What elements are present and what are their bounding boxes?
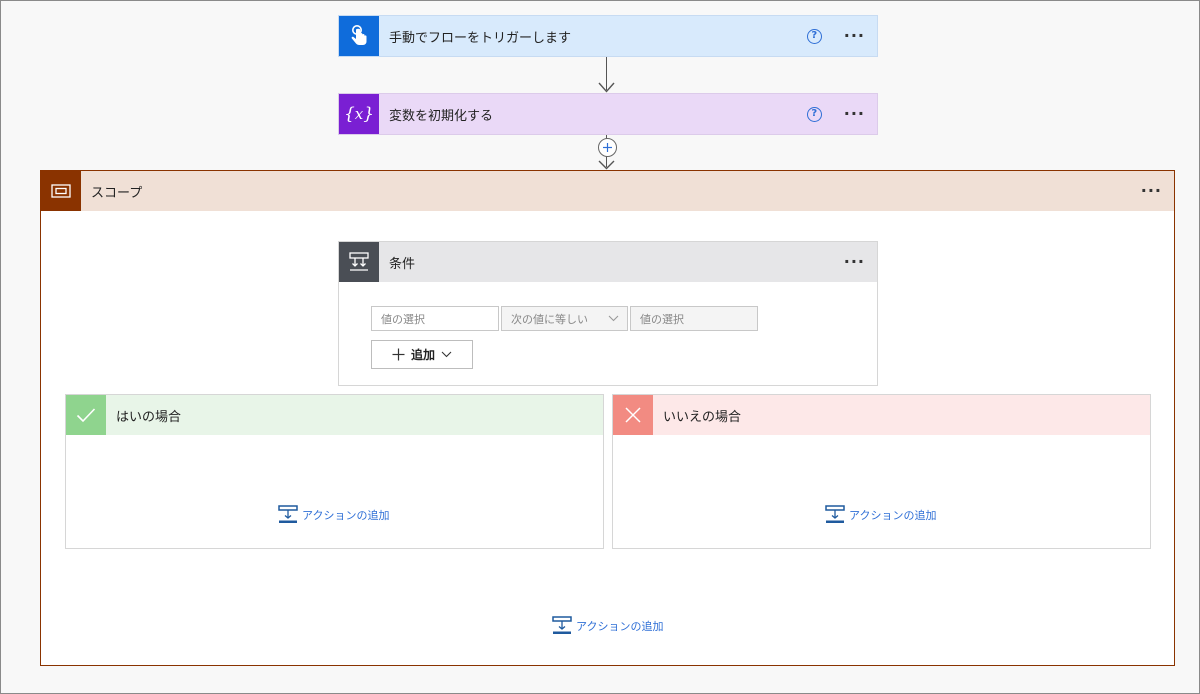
more-options-icon[interactable]: ··· [840,28,869,44]
scope-header[interactable]: スコープ ··· [41,171,1174,211]
variable-icon: {x} [339,94,379,134]
arrow-down-icon [598,82,615,93]
no-branch-title: いいえの場合 [663,409,742,425]
condition-operator-select[interactable]: 次の値に等しい [501,306,628,331]
help-icon[interactable]: ? [806,106,822,122]
chevron-down-icon [441,351,452,358]
yes-add-action-link[interactable]: アクションの追加 [278,505,389,524]
plus-icon [392,348,405,361]
no-branch-card[interactable]: いいえの場合 [612,394,1151,549]
trigger-title: 手動でフローをトリガーします [389,30,572,46]
insert-step-button[interactable] [598,138,617,157]
no-add-action-link[interactable]: アクションの追加 [825,505,936,524]
yes-branch-title: はいの場合 [116,409,182,425]
condition-icon [339,242,379,282]
condition-right-value-input[interactable]: 値の選択 [630,306,758,331]
yes-add-action-label: アクションの追加 [302,508,390,522]
close-icon [613,395,653,435]
scope-add-action-label: アクションの追加 [576,619,664,633]
add-action-icon [278,505,298,523]
touch-icon [339,16,379,56]
condition-title: 条件 [389,256,416,272]
more-options-icon[interactable]: ··· [840,106,869,122]
condition-left-value-input[interactable]: 値の選択 [371,306,499,331]
scope-add-action-link[interactable]: アクションの追加 [552,616,663,635]
add-action-icon [552,616,572,634]
init-variable-title: 変数を初期化する [389,108,494,124]
condition-header-actions: ··· [840,242,869,282]
add-condition-label: 追加 [410,348,435,362]
plus-icon [603,143,612,152]
arrow-down-icon [598,160,615,170]
help-icon[interactable]: ? [806,28,822,44]
more-options-icon[interactable]: ··· [1137,183,1166,199]
add-action-icon [825,505,845,523]
more-options-icon[interactable]: ··· [840,254,869,270]
no-branch-header[interactable]: いいえの場合 [613,395,1150,435]
check-icon [66,395,106,435]
chevron-down-icon [608,315,619,322]
no-add-action-label: アクションの追加 [849,508,937,522]
trigger-header-actions: ? ··· [806,16,869,56]
scope-icon [41,171,81,211]
condition-header[interactable]: 条件 ··· [339,242,877,282]
yes-branch-header[interactable]: はいの場合 [66,395,603,435]
trigger-header[interactable]: 手動でフローをトリガーします ? ··· [339,16,877,56]
operator-label: 次の値に等しい [511,312,588,326]
init-variable-card[interactable]: {x} 変数を初期化する ? ··· [338,93,878,135]
scope-title: スコープ [91,185,143,201]
scope-header-actions: ··· [1137,171,1166,211]
init-variable-header-actions: ? ··· [806,94,869,134]
trigger-card[interactable]: 手動でフローをトリガーします ? ··· [338,15,878,57]
init-variable-header[interactable]: {x} 変数を初期化する ? ··· [339,94,877,134]
yes-branch-card[interactable]: はいの場合 [65,394,604,549]
add-condition-button[interactable]: 追加 [371,340,473,369]
